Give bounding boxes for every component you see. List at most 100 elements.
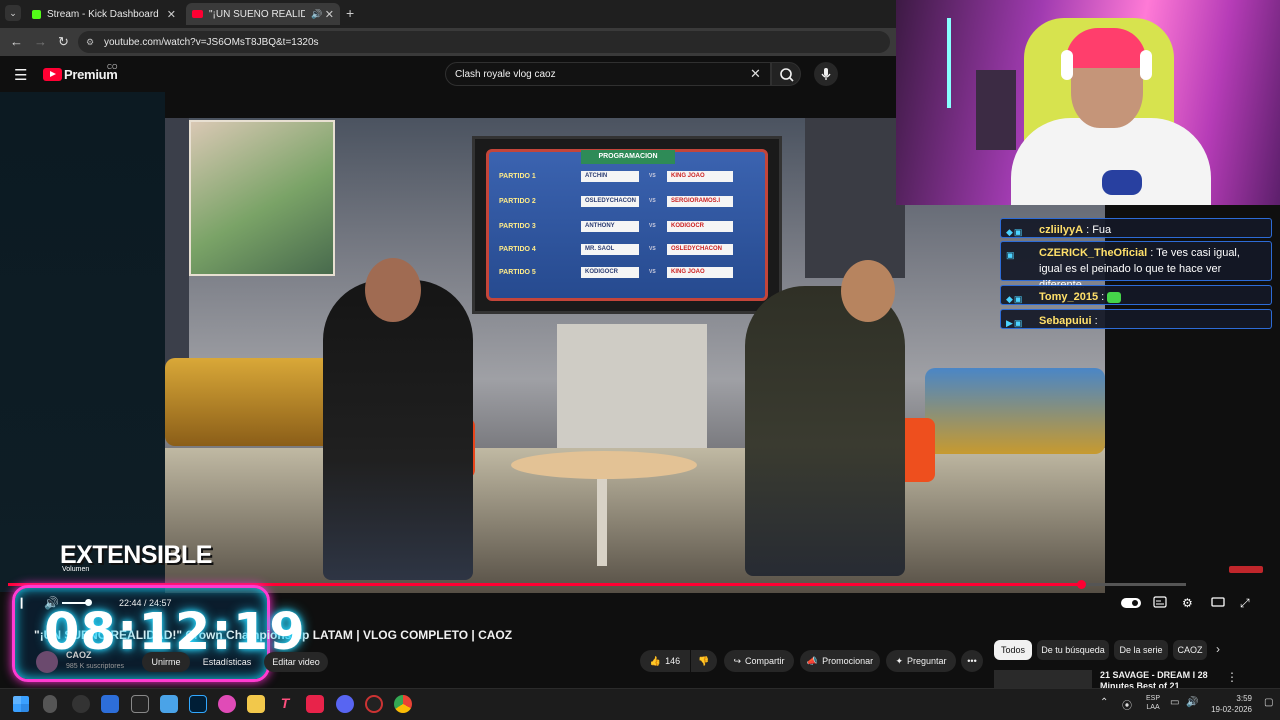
- match-row: PARTIDO 4 MR. SAOL VS OSLEDYCHACON: [499, 243, 757, 257]
- volume-tooltip: Volumen: [62, 566, 90, 573]
- tray-app-icon[interactable]: ⦿: [1122, 697, 1132, 712]
- notification-icon[interactable]: ▢: [1264, 697, 1273, 708]
- url-bar[interactable]: youtube.com/watch?v=JS6OMsT8JBQ&t=1320s: [78, 31, 890, 53]
- system-clock[interactable]: 3:59 19-02-2026: [1206, 693, 1252, 715]
- menu-icon[interactable]: ☰: [14, 66, 27, 84]
- room-shelf: [976, 70, 1016, 150]
- ask-button[interactable]: ✦ Preguntar: [886, 650, 956, 672]
- recommendation-title[interactable]: 21 SAVAGE - DREAM I 28 Minutes Best of 2…: [1100, 670, 1212, 688]
- player-b: KING JOAO: [667, 267, 733, 278]
- subtitles-icon[interactable]: [1153, 596, 1167, 611]
- join-button[interactable]: Unirme: [142, 652, 190, 672]
- chip-channel[interactable]: CAOZ: [1173, 640, 1207, 660]
- chip-series[interactable]: De la serie: [1114, 640, 1168, 660]
- chat-text: Fua: [1092, 224, 1112, 236]
- share-label: Compartir: [745, 656, 785, 666]
- clear-search-icon[interactable]: ✕: [750, 66, 761, 82]
- chat-badges-icon: ◆▣: [1006, 227, 1024, 237]
- search-value: Clash royale vlog caoz: [455, 68, 556, 80]
- edit-video-button[interactable]: Editar video: [264, 652, 328, 672]
- autoplay-toggle[interactable]: [1121, 598, 1141, 608]
- table-leg: [597, 476, 607, 566]
- photoshop-icon[interactable]: [189, 695, 207, 713]
- player-a: MR. SAOL: [581, 244, 639, 255]
- dislike-button[interactable]: 👎: [691, 650, 717, 672]
- match-label: PARTIDO 1: [499, 173, 536, 180]
- chrome-icon[interactable]: [394, 695, 412, 713]
- text-app-icon[interactable]: T: [276, 695, 294, 713]
- match-label: PARTIDO 4: [499, 246, 536, 253]
- match-label: PARTIDO 5: [499, 269, 536, 276]
- settings-gear-icon[interactable]: ⚙: [1182, 596, 1193, 610]
- share-icon: ↪: [733, 655, 742, 666]
- cc-icon: [1153, 596, 1167, 608]
- chip-all[interactable]: Todos: [994, 640, 1032, 660]
- store-icon[interactable]: [101, 695, 119, 713]
- like-count: 146: [665, 656, 681, 666]
- more-actions-button[interactable]: •••: [961, 650, 983, 672]
- match-label: PARTIDO 3: [499, 223, 536, 230]
- discord-icon[interactable]: [336, 695, 354, 713]
- recommendation-thumbnail[interactable]: [994, 670, 1092, 688]
- windows-start-icon[interactable]: [13, 696, 29, 712]
- close-tab-icon[interactable]: ✕: [167, 8, 176, 21]
- channel-name[interactable]: CAOZ: [66, 650, 92, 660]
- tiktok-icon[interactable]: [306, 695, 324, 713]
- vs-label: VS: [649, 223, 656, 229]
- language-indicator[interactable]: ESP LAA: [1146, 694, 1160, 712]
- clock-time: 3:59: [1236, 694, 1252, 703]
- ask-label: Preguntar: [907, 656, 947, 666]
- tab-label: Stream - Kick Dashboard: [47, 8, 159, 20]
- tray-expand-icon[interactable]: ⌃: [1100, 697, 1108, 708]
- new-tab-button[interactable]: +: [346, 5, 354, 21]
- tab-youtube-video[interactable]: "¡UN SUEÑO REALIDAD!" C 🔊 ✕: [186, 3, 340, 25]
- app-icon[interactable]: [365, 695, 383, 713]
- speaker-tray-icon[interactable]: 🔊: [1186, 697, 1198, 708]
- studio-poster: [189, 120, 335, 276]
- site-info-icon[interactable]: ⚙: [86, 37, 94, 48]
- file-explorer-icon[interactable]: [247, 695, 265, 713]
- youtube-logo-icon[interactable]: [43, 68, 62, 81]
- tab-label: "¡UN SUEÑO REALIDAD!" C: [209, 8, 305, 20]
- reload-icon[interactable]: ↻: [58, 34, 69, 50]
- streamer-webcam: [896, 0, 1280, 205]
- chat-badges-icon: ▣: [1006, 250, 1016, 260]
- like-button[interactable]: 👍 146: [640, 650, 690, 672]
- studio-table: [511, 451, 697, 479]
- app-icon[interactable]: [160, 695, 178, 713]
- search-icon: [780, 68, 794, 82]
- stats-button[interactable]: Estadísticas: [196, 652, 258, 672]
- search-button[interactable]: [771, 62, 801, 86]
- vs-label: VS: [649, 246, 656, 252]
- subscribe-watermark[interactable]: [1229, 566, 1263, 573]
- forward-arrow-icon[interactable]: →: [34, 34, 47, 49]
- lang-top: ESP: [1146, 695, 1161, 702]
- pause-icon[interactable]: ❙: [17, 596, 26, 609]
- progress-scrubber[interactable]: [1077, 580, 1086, 589]
- share-button[interactable]: ↪ Compartir: [724, 650, 794, 672]
- host-head: [365, 258, 421, 322]
- fullscreen-icon[interactable]: ⤢: [1240, 596, 1250, 611]
- mouse-app-icon[interactable]: [43, 695, 57, 713]
- recommendation-menu-icon[interactable]: ⋮: [1226, 670, 1238, 684]
- promote-button[interactable]: 📣 Promocionar: [800, 650, 880, 672]
- network-icon[interactable]: ▭: [1170, 697, 1179, 708]
- chip-from-search[interactable]: De tu búsqueda: [1037, 640, 1109, 660]
- search-input[interactable]: Clash royale vlog caoz: [445, 62, 771, 86]
- channel-avatar[interactable]: [36, 651, 58, 673]
- voice-search-button[interactable]: [814, 62, 838, 86]
- app-icon[interactable]: [72, 695, 90, 713]
- vs-label: VS: [649, 198, 656, 204]
- chevron-right-icon[interactable]: ›: [1216, 642, 1220, 656]
- speaker-icon[interactable]: 🔊: [311, 9, 322, 20]
- tab-search-button[interactable]: ⌄: [5, 5, 21, 21]
- back-arrow-icon[interactable]: ←: [10, 34, 23, 49]
- player-side-letterbox: [0, 92, 165, 592]
- headset-app-icon[interactable]: [218, 695, 236, 713]
- tab-kick-dashboard[interactable]: Stream - Kick Dashboard ✕: [26, 3, 182, 25]
- theater-mode-icon[interactable]: [1211, 596, 1225, 611]
- close-tab-icon[interactable]: ✕: [325, 8, 334, 21]
- epic-games-icon[interactable]: [131, 695, 149, 713]
- player-b: KING JOAO: [667, 171, 733, 182]
- player-a: ANTHONY: [581, 221, 639, 232]
